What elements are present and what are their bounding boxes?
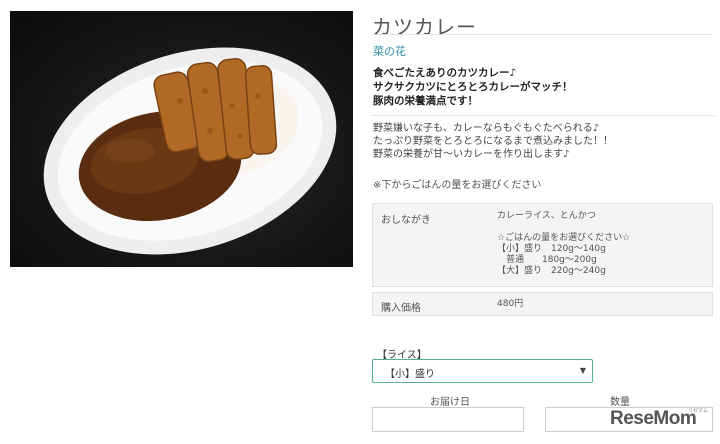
menu-value: カレーライス、とんかつ ☆ごはんの量をお選びください☆ 【小】盛り 120g～1…: [497, 211, 630, 277]
menu-line: ☆ごはんの量をお選びください☆: [497, 233, 631, 243]
rice-selected-value: 【小】盛り: [385, 369, 435, 380]
menu-line: 普通 180g～200g: [497, 255, 597, 265]
price-info-row: 購入価格 480円: [372, 292, 713, 316]
catch-line: 食べごたえありのカツカレー♪: [373, 67, 517, 79]
menu-label: おしながき: [381, 215, 431, 226]
product-title: カツカレー: [372, 15, 477, 39]
price-value: 480円: [497, 299, 524, 309]
resemom-watermark-sub: リセマム: [688, 408, 709, 414]
price-label: 購入価格: [381, 303, 421, 314]
menu-line: 【大】盛り 220g～240g: [497, 266, 606, 276]
title-divider: [372, 34, 712, 35]
menu-line: 【小】盛り 120g～140g: [497, 244, 606, 254]
description-divider: [372, 115, 715, 116]
menu-line: カレーライス、とんかつ: [497, 211, 596, 221]
rice-amount-select[interactable]: 【小】盛り ▼: [372, 359, 593, 383]
product-photo: [10, 11, 353, 267]
delivery-date-input[interactable]: [372, 407, 524, 432]
menu-info-row: おしながき カレーライス、とんかつ ☆ごはんの量をお選びください☆ 【小】盛り …: [372, 203, 713, 287]
description-line: たっぷり野菜をとろとろになるまで煮込みました！！: [373, 136, 613, 147]
rice-amount-note: ※下からごはんの量をお選びください: [373, 180, 542, 191]
delivery-date-label: お届け日: [430, 397, 470, 408]
catch-line: 豚肉の栄養満点です！: [373, 95, 478, 107]
catch-copy: 食べごたえありのカツカレー♪ サクサクカツにとろとろカレーがマッチ！ 豚肉の栄養…: [373, 66, 573, 108]
menu-line: [497, 222, 630, 233]
shop-link[interactable]: 菜の花: [373, 43, 406, 59]
katsu-curry-image: [43, 47, 337, 255]
description-line: 野菜の栄養が甘～いカレーを作り出します♪: [373, 149, 570, 160]
resemom-watermark: ReseMom: [610, 408, 697, 429]
quantity-label: 数量: [610, 397, 630, 408]
product-description: 野菜嫌いな子も、カレーならもぐもぐたべられる♪ たっぷり野菜をとろとろになるまで…: [373, 122, 613, 161]
description-line: 野菜嫌いな子も、カレーならもぐもぐたべられる♪: [373, 123, 600, 134]
chevron-down-icon: ▼: [579, 366, 586, 375]
catch-line: サクサクカツにとろとろカレーがマッチ！: [373, 81, 573, 93]
